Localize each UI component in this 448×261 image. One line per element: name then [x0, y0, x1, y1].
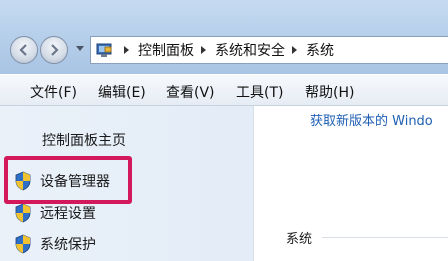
forward-arrow-icon [51, 44, 59, 56]
back-button[interactable] [10, 36, 38, 64]
title-bar: 控制面板 系统和安全 系统 [0, 0, 448, 74]
menu-tools[interactable]: 工具(T) [236, 82, 283, 102]
task-system-protection[interactable]: 系统保护 [14, 233, 96, 255]
address-bar[interactable]: 控制面板 系统和安全 系统 [90, 36, 448, 64]
control-panel-icon [96, 43, 112, 57]
highlight-annotation-box [4, 156, 132, 204]
menu-help[interactable]: 帮助(H) [305, 82, 354, 102]
task-label: 系统保护 [40, 237, 96, 253]
breadcrumb-control-panel[interactable]: 控制面板 [138, 40, 194, 60]
recent-pages-dropdown-icon[interactable] [75, 45, 85, 53]
menu-view[interactable]: 查看(V) [166, 82, 215, 102]
forward-button[interactable] [40, 36, 68, 64]
breadcrumb-separator-icon[interactable] [201, 46, 206, 54]
back-arrow-icon [19, 44, 27, 56]
menu-bar: 文件(F) 编辑(E) 查看(V) 工具(T) 帮助(H) [0, 74, 448, 106]
control-panel-home-link[interactable]: 控制面板主页 [42, 130, 126, 150]
shield-icon [15, 203, 31, 223]
breadcrumb-separator-icon[interactable] [124, 46, 129, 54]
breadcrumb-system-and-security[interactable]: 系统和安全 [215, 40, 285, 60]
breadcrumb-separator-icon[interactable] [292, 46, 297, 54]
task-label: 远程设置 [40, 206, 96, 222]
system-section-title: 系统 [286, 232, 313, 247]
main-content-pane: 获取新版本的 Windo 系统 [254, 106, 448, 261]
get-new-windows-link[interactable]: 获取新版本的 Windo [310, 110, 448, 129]
task-remote-settings[interactable]: 远程设置 [14, 202, 96, 224]
breadcrumb-system[interactable]: 系统 [306, 40, 334, 60]
menu-file[interactable]: 文件(F) [30, 82, 77, 102]
shield-icon [15, 234, 31, 254]
section-divider [322, 237, 448, 238]
menu-edit[interactable]: 编辑(E) [98, 82, 146, 102]
